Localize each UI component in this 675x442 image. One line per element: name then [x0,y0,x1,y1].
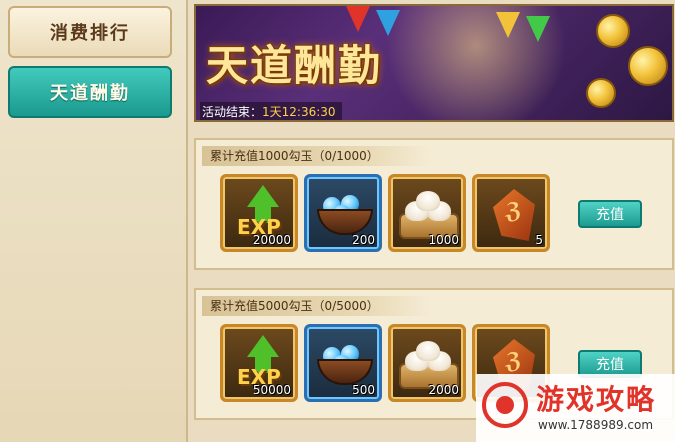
reward-quantity: 1000 [428,233,459,247]
reward-item-pearls[interactable]: 500 [304,324,382,402]
reward-tier-panel: 累计充值1000勾玉（0/1000） EXP 20000 200 1000 ℨ [194,138,674,270]
reward-quantity: 50000 [252,383,291,397]
pennant-flag-icon [526,16,550,42]
site-watermark: 游戏攻略 www.1788989.com [476,374,675,442]
recharge-button[interactable]: 充值 [578,200,642,228]
event-countdown: 活动结束：1天12:36:30 [200,102,342,120]
reward-tier-header: 累计充值5000勾玉（0/5000） [202,296,432,316]
reward-item-pearls[interactable]: 200 [304,174,382,252]
reward-item-rune[interactable]: ℨ 5 [472,174,550,252]
tab-heaven-rewards-diligence[interactable]: 天道酬勤 [8,66,172,118]
gold-coin-icon [628,46,668,86]
pennant-flag-icon [496,12,520,38]
reward-item-buns[interactable]: 1000 [388,174,466,252]
gold-coin-icon [596,14,630,48]
reward-tier-header: 累计充值1000勾玉（0/1000） [202,146,432,166]
pennant-flag-icon [346,6,370,32]
watermark-text: 游戏攻略 [536,383,657,416]
countdown-label: 活动结束： [202,105,263,119]
reward-item-exp[interactable]: EXP 20000 [220,174,298,252]
gold-coin-icon [586,78,616,108]
gamepad-logo-icon [482,382,528,428]
sidebar: 消费排行 天道酬勤 [0,0,188,442]
reward-quantity: 5 [535,233,543,247]
event-banner: 天道酬勤 活动结束：1天12:36:30 [194,4,674,122]
reward-quantity: 20000 [252,233,291,247]
watermark-url: www.1788989.com [538,418,654,432]
reward-quantity: 2000 [428,383,459,397]
banner-title: 天道酬勤 [206,41,383,90]
reward-quantity: 200 [352,233,375,247]
reward-item-buns[interactable]: 2000 [388,324,466,402]
countdown-value: 1天12:36:30 [262,105,336,119]
reward-quantity: 500 [352,383,375,397]
reward-item-exp[interactable]: EXP 50000 [220,324,298,402]
tab-consumption-ranking[interactable]: 消费排行 [8,6,172,58]
